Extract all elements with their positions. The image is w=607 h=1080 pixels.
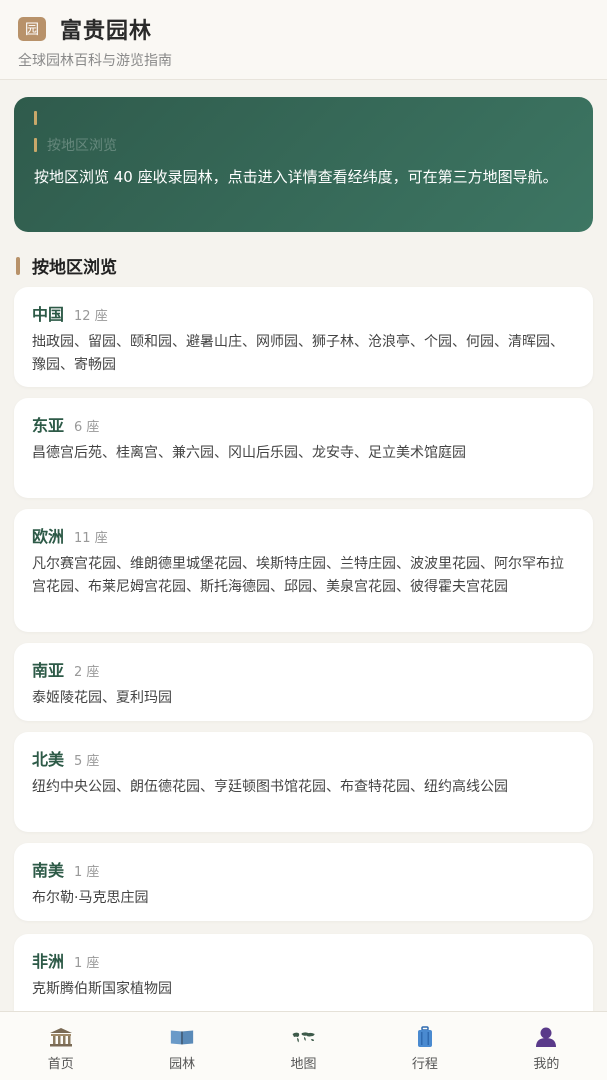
card-header: 中国 12 座 (32, 301, 575, 325)
region-card-africa[interactable]: 非洲 1 座 克斯腾伯斯国家植物园 (14, 934, 593, 1011)
banner-accent-bar (34, 111, 37, 125)
region-card-south-asia[interactable]: 南亚 2 座 泰姬陵花园、夏利玛园 (14, 643, 593, 721)
banner-title-mark (34, 138, 37, 152)
region-count: 2 座 (74, 665, 100, 680)
app-title: 富贵园林 (60, 19, 153, 44)
region-garden-list: 昌德宫后苑、桂离宫、兼六园、冈山后乐园、龙安寺、足立美术馆庭园 (32, 445, 466, 461)
region-garden-list: 纽约中央公园、朗伍德花园、亨廷顿图书馆花园、布查特花园、纽约高线公园 (32, 779, 508, 795)
tab-home[interactable]: 首页 (0, 1012, 121, 1080)
section-header: 按地区浏览 (16, 253, 117, 278)
card-header: 南亚 2 座 (32, 657, 575, 681)
banner-title-row: 按地区浏览 (34, 135, 573, 155)
section-mark (16, 256, 20, 275)
tab-itinerary[interactable]: 行程 (364, 1012, 485, 1080)
map-icon (291, 1026, 317, 1048)
brand-row: 园 富贵园林 (18, 14, 589, 44)
region-count: 12 座 (74, 309, 108, 324)
region-name: 欧洲 (32, 527, 65, 546)
region-garden-list: 凡尔赛宫花园、维朗德里城堡花园、埃斯特庄园、兰特庄园、波波里花园、阿尔罕布拉宫花… (32, 556, 564, 595)
banner-description: 按地区浏览 40 座收录园林，点击进入详情查看经纬度，可在第三方地图导航。 (34, 168, 558, 186)
region-card-north-america[interactable]: 北美 5 座 纽约中央公园、朗伍德花园、亨廷顿图书馆花园、布查特花园、纽约高线公… (14, 732, 593, 832)
card-header: 北美 5 座 (32, 746, 575, 770)
region-card-china[interactable]: 中国 12 座 拙政园、留园、颐和园、避暑山庄、网师园、狮子林、沧浪亭、个园、何… (14, 287, 593, 387)
region-count: 5 座 (74, 754, 100, 769)
region-name: 南美 (32, 861, 65, 880)
tab-me[interactable]: 我的 (486, 1012, 607, 1080)
region-name: 北美 (32, 750, 65, 769)
region-garden-list: 布尔勒·马克思庄园 (32, 890, 149, 906)
bottom-tab-bar: 首页 园林 地图 行程 我的 (0, 1011, 607, 1080)
intro-banner: 按地区浏览 按地区浏览 40 座收录园林，点击进入详情查看经纬度，可在第三方地图… (14, 97, 593, 232)
region-count: 1 座 (74, 865, 100, 880)
region-name: 南亚 (32, 661, 65, 680)
main-content[interactable]: 按地区浏览 按地区浏览 40 座收录园林，点击进入详情查看经纬度，可在第三方地图… (0, 81, 607, 1011)
region-count: 1 座 (74, 956, 100, 971)
tab-gardens[interactable]: 园林 (121, 1012, 242, 1080)
region-garden-list: 克斯腾伯斯国家植物园 (32, 981, 172, 997)
tab-itinerary-label: 行程 (411, 1057, 438, 1072)
region-card-south-america[interactable]: 南美 1 座 布尔勒·马克思庄园 (14, 843, 593, 921)
region-card-east-asia[interactable]: 东亚 6 座 昌德宫后苑、桂离宫、兼六园、冈山后乐园、龙安寺、足立美术馆庭园 (14, 398, 593, 498)
app-header: 园 富贵园林 全球园林百科与游览指南 (0, 0, 607, 80)
region-name: 中国 (32, 305, 65, 324)
luggage-icon (412, 1026, 438, 1048)
region-card-europe[interactable]: 欧洲 11 座 凡尔赛宫花园、维朗德里城堡花园、埃斯特庄园、兰特庄园、波波里花园… (14, 509, 593, 632)
tab-map-label: 地图 (290, 1057, 317, 1072)
card-header: 东亚 6 座 (32, 412, 575, 436)
card-header: 欧洲 11 座 (32, 523, 575, 547)
card-header: 非洲 1 座 (32, 948, 575, 972)
card-header: 南美 1 座 (32, 857, 575, 881)
region-count: 11 座 (74, 531, 108, 546)
region-name: 东亚 (32, 416, 65, 435)
region-garden-list: 泰姬陵花园、夏利玛园 (32, 690, 172, 706)
region-name: 非洲 (32, 952, 65, 971)
section-title: 按地区浏览 (32, 258, 117, 278)
book-icon (169, 1026, 195, 1048)
tab-home-label: 首页 (47, 1057, 74, 1072)
region-garden-list: 拙政园、留园、颐和园、避暑山庄、网师园、狮子林、沧浪亭、个园、何园、清晖园、豫园… (32, 334, 564, 373)
logo-icon: 园 (18, 17, 46, 41)
region-count: 6 座 (74, 420, 100, 435)
tab-map[interactable]: 地图 (243, 1012, 364, 1080)
user-icon (533, 1026, 559, 1048)
app-subtitle: 全球园林百科与游览指南 (18, 53, 172, 69)
tab-gardens-label: 园林 (169, 1057, 196, 1072)
tab-me-label: 我的 (533, 1057, 560, 1072)
home-icon (48, 1026, 74, 1048)
banner-title: 按地区浏览 (47, 138, 117, 154)
